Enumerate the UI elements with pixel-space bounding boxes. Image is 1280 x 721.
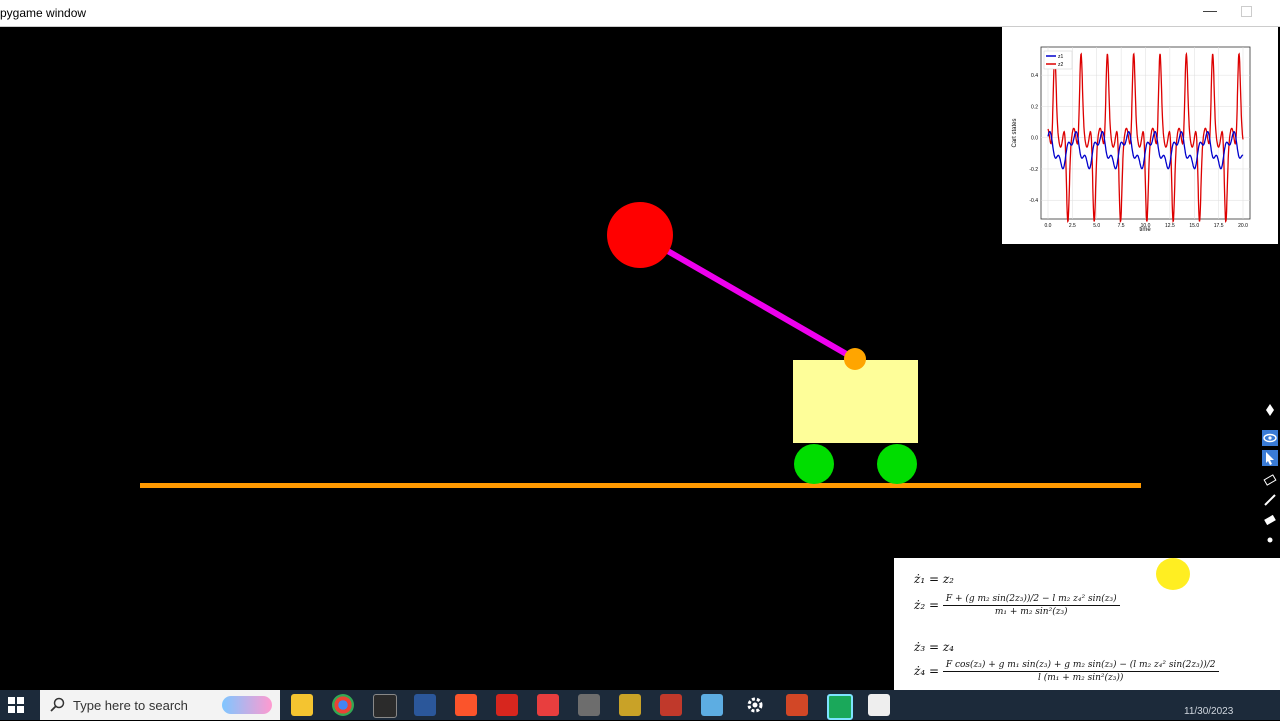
search-highlight-icon — [222, 696, 272, 714]
cart-states-plot: 0.4 0.2 0.0 -0.2 -0.4 0.0 2.5 5.0 7.5 10.0 12.5 15.… — [1002, 27, 1278, 244]
taskbar-search-box[interactable]: Type here to search — [40, 690, 280, 720]
word-icon[interactable] — [414, 694, 436, 716]
taskbar-clock: 11/30/2023 — [1184, 706, 1234, 717]
plot-legend: z1 z2 — [1043, 50, 1073, 70]
y-tick-label: 0.2 — [1031, 104, 1038, 110]
app-icon-4[interactable] — [660, 694, 682, 716]
pendulum-rod — [638, 232, 857, 362]
search-placeholder: Type here to search — [73, 698, 188, 713]
search-icon — [50, 697, 65, 712]
x-tick-label: 0.0 — [1045, 223, 1052, 229]
settings-gear-icon[interactable] — [744, 694, 766, 716]
equations-panel: ż₁ = z₂ ż₂ = F + (g m₂ sin(2z₃))/2 − l m… — [894, 558, 1280, 712]
chrome-icon[interactable] — [332, 694, 354, 716]
y-tick-label: 0.4 — [1031, 73, 1038, 79]
y-tick-label: 0.0 — [1031, 136, 1038, 142]
pycharm-icon[interactable] — [827, 694, 853, 720]
pendulum-bob — [607, 202, 673, 268]
equation-3: ż₃ = z₄ — [914, 640, 954, 654]
equation-4-numerator: F cos(z₃) + g m₁ sin(z₃) + g m₂ sin(z₃) … — [942, 660, 1219, 672]
dot-tool-icon[interactable] — [1262, 532, 1278, 548]
taskbar: Type here to search — [0, 690, 1280, 720]
pen-tool-icon[interactable] — [1262, 402, 1278, 418]
equation-2-lhs: ż₂ = — [914, 598, 940, 612]
equation-4: ż₄ = F cos(z₃) + g m₁ sin(z₃) + g m₂ sin… — [914, 660, 1219, 683]
pointer-tool-icon[interactable] — [1262, 450, 1278, 466]
plot-svg: 0.40.20.0-0.2-0.40.0 2.5 5.0 7.5 10.0 12.5 15.… — [1012, 46, 1251, 233]
x-tick-label: 17.5 — [1214, 223, 1224, 229]
equation-4-denominator: l (m₁ + m₂ sin²(z₃)) — [1037, 673, 1124, 683]
plot-xlabel: time — [1139, 227, 1151, 233]
app-icon-3[interactable] — [619, 694, 641, 716]
eye-tool-icon[interactable] — [1262, 430, 1278, 446]
acrobat-icon[interactable] — [496, 694, 518, 716]
track — [140, 483, 1141, 488]
x-tick-label: 12.5 — [1165, 223, 1175, 229]
eraser-tool-icon[interactable] — [1262, 512, 1278, 528]
pivot-joint — [844, 348, 866, 370]
window-titlebar: pygame window — — [0, 0, 1280, 27]
cursor-highlight — [1156, 558, 1190, 590]
x-tick-label: 5.0 — [1093, 223, 1100, 229]
powerpoint-icon[interactable] — [786, 694, 808, 716]
app-icon-5[interactable] — [701, 694, 723, 716]
left-wheel — [794, 444, 834, 484]
equation-2-numerator: F + (g m₂ sin(2z₃))/2 − l m₂ z₄² sin(z₃) — [942, 594, 1120, 606]
brave-icon[interactable] — [455, 694, 477, 716]
minimize-button[interactable]: — — [1203, 2, 1217, 18]
equation-1: ż₁ = z₂ — [914, 572, 954, 586]
maximize-button[interactable] — [1241, 6, 1252, 17]
equation-2-denominator: m₁ + m₂ sin²(z₃) — [994, 607, 1068, 617]
x-tick-label: 20.0 — [1238, 223, 1248, 229]
right-wheel — [877, 444, 917, 484]
x-tick-label: 15.0 — [1189, 223, 1199, 229]
cart-body — [793, 360, 918, 443]
equation-2: ż₂ = F + (g m₂ sin(2z₃))/2 − l m₂ z₄² si… — [914, 594, 1120, 617]
app-icon-2[interactable] — [578, 694, 600, 716]
equation-4-lhs: ż₄ = — [914, 664, 940, 678]
terminal-icon[interactable] — [373, 694, 397, 718]
marker-tool-icon[interactable] — [1262, 492, 1278, 508]
windows-start-icon[interactable] — [8, 697, 24, 713]
app-icon-1[interactable] — [537, 694, 559, 716]
annotation-toolbar — [1260, 400, 1280, 560]
window-title: pygame window — [0, 6, 87, 20]
plot-ticks: 0.40.20.0-0.2-0.40.0 2.5 5.0 7.5 10.0 12.5 15.… — [1029, 73, 1248, 229]
plot-ylabel: Cart states — [1012, 118, 1018, 147]
legend-z2: z2 — [1058, 62, 1064, 68]
x-tick-label: 7.5 — [1118, 223, 1125, 229]
notepad-icon[interactable] — [868, 694, 890, 716]
y-tick-label: -0.4 — [1029, 198, 1038, 204]
highlighter-tool-icon[interactable] — [1262, 472, 1278, 488]
x-tick-label: 2.5 — [1069, 223, 1076, 229]
file-explorer-icon[interactable] — [291, 694, 313, 716]
y-tick-label: -0.2 — [1029, 167, 1038, 173]
legend-z1: z1 — [1058, 54, 1064, 60]
